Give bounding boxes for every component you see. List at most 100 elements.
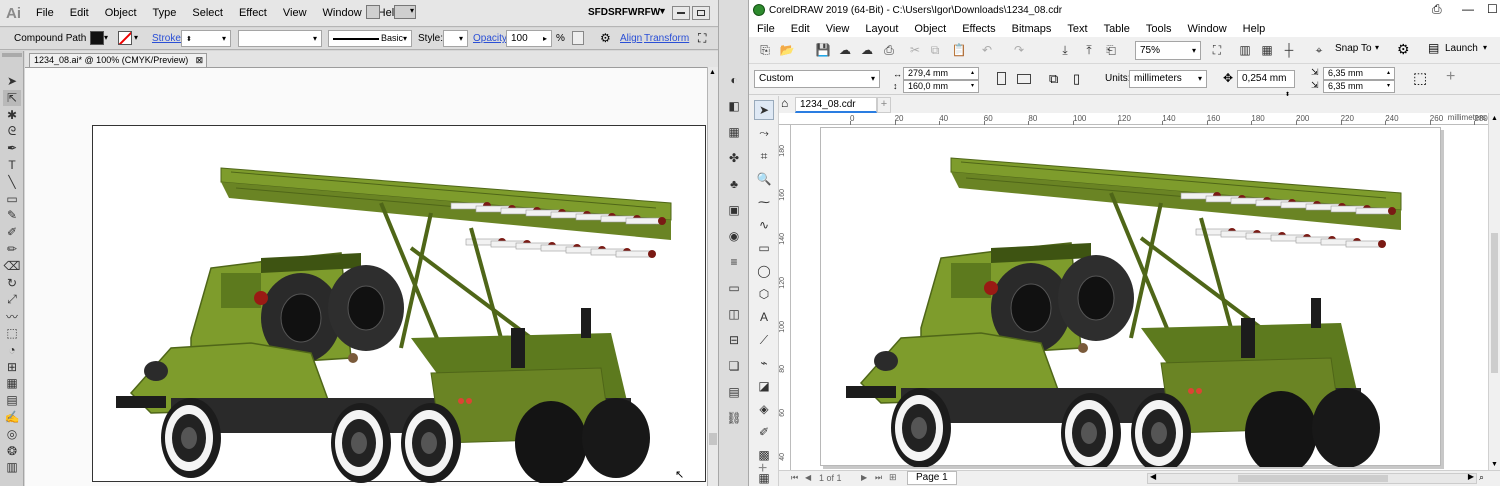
lasso-tool-icon[interactable]: ᘓ — [3, 123, 21, 139]
close-icon[interactable]: ⊠ — [196, 54, 204, 67]
chevron-down-icon[interactable]: ▾ — [1375, 43, 1379, 52]
cd-horizontal-scrollbar[interactable]: ◀ ▶ — [1147, 472, 1477, 484]
symbol-sprayer-tool-icon[interactable]: ❂ — [3, 443, 21, 459]
artistic-media-icon[interactable]: ∿ — [754, 215, 774, 235]
color-eyedropper-icon[interactable]: ✐ — [754, 422, 774, 442]
fill-dropdown-icon[interactable]: ▾ — [104, 33, 108, 42]
zoom-icon[interactable]: ⌕ — [1479, 472, 1484, 483]
welcome-home-icon[interactable]: ⌂ — [781, 96, 788, 110]
transform-link[interactable]: Transform — [644, 33, 689, 44]
scale-tool-icon[interactable]: ⤢ — [3, 291, 21, 307]
show-grid-icon[interactable]: ▦ — [1257, 40, 1277, 60]
eyedropper-tool-icon[interactable]: ✍ — [3, 409, 21, 425]
cd-menu-tools[interactable]: Tools — [1138, 23, 1180, 35]
brushes-panel-icon[interactable]: ✤ — [725, 150, 743, 166]
recolor-icon[interactable] — [572, 31, 584, 45]
publish-pdf-icon[interactable]: ⎗ — [1101, 40, 1121, 60]
opacity-link[interactable]: Opacity: — [473, 33, 510, 44]
direct-selection-tool-icon[interactable]: ⇱ — [3, 89, 21, 106]
add-tool-icon[interactable]: + — [758, 460, 767, 478]
cloud-upload-icon[interactable]: ☁ — [835, 40, 855, 60]
links-panel-icon[interactable]: ⛓ — [725, 410, 743, 426]
freehand-tool-icon[interactable]: ⁓ — [754, 192, 774, 212]
landscape-icon[interactable] — [1017, 74, 1031, 84]
polygon-tool-icon[interactable]: ⬡ — [754, 284, 774, 304]
ai-vertical-scrollbar[interactable]: ▲ — [707, 67, 718, 486]
color-guide-icon[interactable]: ◧ — [725, 98, 743, 114]
undo-icon[interactable]: ↶ — [977, 40, 997, 60]
snap-to-button[interactable]: Snap To — [1335, 43, 1372, 54]
zoom-level-field[interactable]: 75% ▾ — [1135, 41, 1201, 60]
gradient-tool-icon[interactable]: ▤ — [3, 392, 21, 408]
graphic-style-picker[interactable]: ▾ — [443, 30, 468, 47]
chevron-down-icon[interactable]: ▼ — [658, 6, 667, 16]
ai-menu-edit[interactable]: Edit — [62, 7, 97, 19]
drop-shadow-tool-icon[interactable]: ◪ — [754, 376, 774, 396]
full-screen-icon[interactable]: ⛶ — [1207, 40, 1227, 60]
cd-menu-object[interactable]: Object — [906, 23, 954, 35]
treat-as-filled-icon[interactable]: ⬚ — [1413, 69, 1427, 87]
transparency-tool-icon[interactable]: ◈ — [754, 399, 774, 419]
add-page-icon[interactable]: ⊞ — [889, 472, 897, 483]
add-icon[interactable]: + — [1446, 68, 1455, 86]
pencil-tool-icon[interactable]: ✐ — [3, 224, 21, 240]
graphic-styles-icon[interactable]: ▣ — [725, 202, 743, 218]
magic-wand-tool-icon[interactable]: ✱ — [3, 107, 21, 123]
show-rulers-icon[interactable]: ▥ — [1235, 40, 1255, 60]
cd-drawing-window[interactable] — [791, 125, 1488, 470]
isolate-icon[interactable]: ⛶ — [698, 31, 706, 46]
new-tab-icon[interactable]: + — [877, 97, 891, 113]
ellipse-tool-icon[interactable]: ◯ — [754, 261, 774, 281]
layers-panel-icon[interactable]: ❏ — [725, 358, 743, 374]
nudge-distance-field[interactable]: 0,254 mm ⬍ — [1237, 70, 1295, 98]
show-guidelines-icon[interactable]: ┼ — [1279, 40, 1299, 60]
open-icon[interactable]: 📂 — [777, 40, 797, 60]
appearance-panel-icon[interactable]: ◉ — [725, 228, 743, 244]
current-page-icon[interactable]: ▯ — [1073, 71, 1080, 87]
blend-tool-icon[interactable]: ◎ — [3, 426, 21, 442]
ai-menu-file[interactable]: File — [28, 7, 62, 19]
free-transform-tool-icon[interactable]: ⬚ — [3, 325, 21, 341]
launch-button[interactable]: Launch — [1445, 43, 1478, 54]
fill-swatch[interactable] — [90, 31, 104, 45]
cd-horizontal-ruler[interactable]: 0 20 40 60 80 100 120 140 160 180 200 220 240 260 280 … — [779, 113, 1488, 125]
cd-menu-view[interactable]: View — [818, 23, 858, 35]
snap-icon[interactable]: ⌖ — [1309, 40, 1329, 60]
page-next-icon[interactable]: ▶ — [861, 473, 867, 482]
new-document-icon[interactable]: ⎘ — [755, 40, 775, 60]
page-prev-icon[interactable]: ◀ — [805, 473, 811, 482]
text-tool-icon[interactable]: A — [754, 307, 774, 327]
mesh-tool-icon[interactable]: ▦ — [3, 375, 21, 391]
brush-definition[interactable]: Basic ▾ — [328, 30, 412, 47]
print-icon[interactable]: ⎙ — [879, 40, 899, 60]
shape-tool-icon[interactable]: ⤳ — [754, 123, 774, 143]
align-panel-icon[interactable]: ⊟ — [725, 332, 743, 348]
gradient-panel-icon[interactable]: ▭ — [725, 280, 743, 296]
page-1-tab[interactable]: Page 1 — [907, 471, 957, 485]
cd-document-tab[interactable]: 1234_08.cdr — [795, 97, 877, 113]
type-tool-icon[interactable]: T — [3, 157, 21, 173]
gear-icon[interactable]: ⚙ — [600, 31, 611, 45]
workspace-switcher[interactable]: SFDSRFWRFW — [588, 7, 660, 18]
artboards-panel-icon[interactable]: ▤ — [725, 384, 743, 400]
cd-menu-layout[interactable]: Layout — [857, 23, 906, 35]
symbols-panel-icon[interactable]: ♣ — [725, 176, 743, 192]
blob-brush-tool-icon[interactable]: ✏ — [3, 241, 21, 257]
color-panel-icon[interactable]: ◐ — [725, 72, 743, 88]
rectangle-tool-icon[interactable]: ▭ — [3, 191, 21, 207]
copy-icon[interactable]: ⧉ — [925, 40, 945, 60]
parallel-dimension-icon[interactable]: ⟋ — [754, 330, 774, 350]
ai-document-tab[interactable]: 1234_08.ai* @ 100% (CMYK/Preview) ⊠ — [29, 53, 208, 67]
all-pages-icon[interactable]: ⧉ — [1049, 71, 1058, 87]
page-size-preset[interactable]: Custom ▾ — [754, 70, 880, 88]
cd-menu-edit[interactable]: Edit — [783, 23, 818, 35]
cd-menu-bitmaps[interactable]: Bitmaps — [1004, 23, 1060, 35]
cd-vertical-ruler[interactable]: 18016014012010080604020 — [779, 125, 791, 470]
stroke-none-swatch[interactable] — [118, 31, 132, 45]
launch-icon[interactable]: ▤ — [1428, 41, 1439, 55]
cut-icon[interactable]: ✂ — [905, 40, 925, 60]
save-icon[interactable]: 💾 — [813, 40, 833, 60]
cd-vertical-scrollbar[interactable]: ▲ ▼ — [1488, 113, 1500, 470]
variable-width-profile[interactable]: ▾ — [238, 30, 322, 47]
cd-menu-file[interactable]: File — [749, 23, 783, 35]
